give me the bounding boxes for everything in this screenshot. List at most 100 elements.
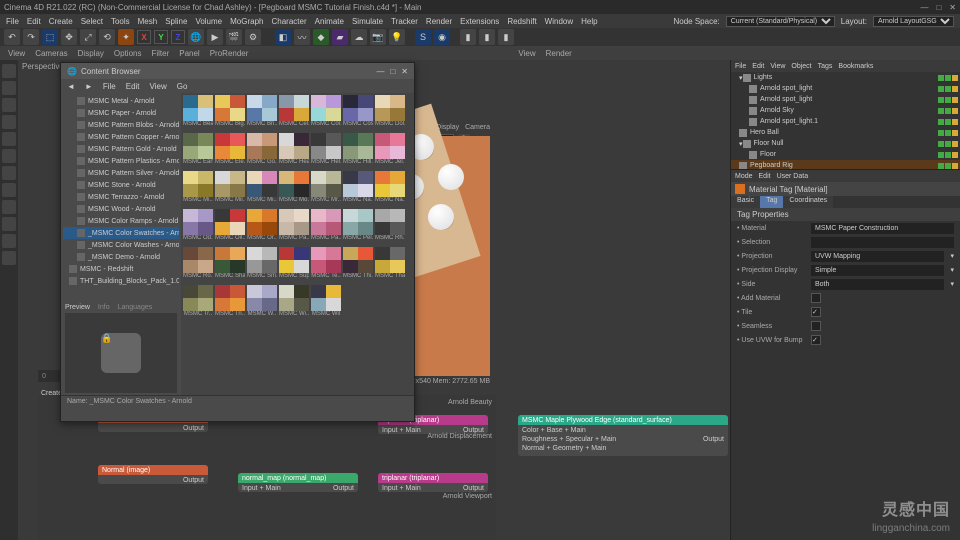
browser-tree-item[interactable]: MSMC Stone - Arnold [63,179,179,191]
browser-grid[interactable]: MSMC Bea..MSMC Big..MSMC Bri..MSMC Cel..… [181,93,414,395]
swatch-item[interactable]: MSMC Bea.. [183,95,213,131]
browser-menu-edit[interactable]: Edit [126,82,140,91]
node-triplanar-2[interactable]: triplanar (triplanar) Input + MainOutput [378,473,488,492]
edge-mode-icon[interactable] [2,132,16,146]
attr-tab-tag[interactable]: Tag [760,196,783,208]
node-out-viewport[interactable]: Arnold Viewport [443,493,492,500]
browser-close-icon[interactable]: ✕ [401,67,408,76]
browser-tree-item[interactable]: MSMC Pattern Gold - Arnold [63,143,179,155]
model-mode-icon[interactable] [2,64,16,78]
browser-maximize-icon[interactable]: □ [390,67,395,76]
obj-menu-file[interactable]: File [735,63,746,70]
axis-widget-icon[interactable] [2,251,16,265]
vp-menu-filter[interactable]: Filter [151,49,169,58]
menu-spline[interactable]: Spline [165,17,187,26]
browser-tree-item[interactable]: MSMC Color Ramps - Arnold [63,215,179,227]
attr-checkbox[interactable] [811,307,821,317]
menu-character[interactable]: Character [271,17,306,26]
obj-menu-view[interactable]: View [770,63,785,70]
swatch-item[interactable]: MSMC Mr.. [311,171,341,207]
browser-tree-item[interactable]: MSMC Pattern Plastics - Arnold [63,155,179,167]
generator-icon[interactable]: ◆ [313,29,329,45]
ipv-toggle-icon[interactable]: S [415,29,431,45]
swatch-item[interactable]: MSMC Col.. [311,95,341,131]
content-browser-window[interactable]: 🌐 Content Browser — □ ✕ ◄ ► File Edit Vi… [60,62,415,422]
move-tool-icon[interactable]: ✥ [61,29,77,45]
spline-icon[interactable]: 〰 [294,29,310,45]
swatch-item[interactable]: MSMC Na.. [343,171,373,207]
swatch-item[interactable]: MSMC Go.. [247,133,277,169]
axis-z-toggle[interactable]: Z [171,30,185,44]
object-row[interactable]: Arnold spot_light.1 [731,116,960,127]
viewport-solo-icon[interactable] [2,183,16,197]
ipv-region-icon[interactable]: ◉ [434,29,450,45]
swatch-item[interactable]: MSMC Mi.. [247,171,277,207]
swatch-item[interactable]: MSMC Wi.. [279,285,309,321]
swatch-item[interactable]: MSMC Wil [311,285,341,321]
workplane-icon[interactable] [2,98,16,112]
swatch-item[interactable]: MSMC Hill.. [343,133,373,169]
object-row[interactable]: Floor [731,149,960,160]
browser-titlebar[interactable]: 🌐 Content Browser — □ ✕ [61,63,414,79]
bar3-icon[interactable]: ▮ [498,29,514,45]
object-row[interactable]: Arnold Sky [731,105,960,116]
browser-tree-item[interactable]: _MSMC Color Swatches - Arnold [63,227,179,239]
browser-tree-item[interactable]: MSMC Pattern Copper - Arnold [63,131,179,143]
snap-icon[interactable] [2,200,16,214]
point-mode-icon[interactable] [2,115,16,129]
browser-preview-tab[interactable]: Preview [65,304,90,311]
swatch-item[interactable]: MSMC Tr.. [183,285,213,321]
browser-tree-item[interactable]: MSMC Metal - Arnold [63,95,179,107]
minimize-icon[interactable]: — [920,3,928,12]
vp-menu-cameras[interactable]: Cameras [35,49,67,58]
layout-select[interactable]: Arnold LayoutGSG [873,16,954,27]
node-normal-image[interactable]: Normal (image) Output [98,465,208,484]
browser-tree-item[interactable]: MSMC Pattern Blobs - Arnold [63,119,179,131]
swatch-item[interactable]: MSMC Sup.. [279,247,309,283]
axis-y-toggle[interactable]: Y [154,30,168,44]
attr-checkbox[interactable] [811,335,821,345]
node-normal-map[interactable]: normal_map (normal_map) Input + MainOutp… [238,473,358,492]
object-row[interactable]: Arnold spot_light [731,94,960,105]
browser-tree-item[interactable]: MSMC Terrazzo - Arnold [63,191,179,203]
swatch-item[interactable]: MSMC Mi.. [183,171,213,207]
menu-create[interactable]: Create [49,17,73,26]
attr-menu-userdata[interactable]: User Data [777,173,809,180]
node-out-disp[interactable]: Arnold Displacement [427,433,492,440]
axis-x-toggle[interactable]: X [137,30,151,44]
swatch-item[interactable]: MSMC Bri.. [247,95,277,131]
render-view-icon[interactable]: ▶ [207,29,223,45]
browser-tree-item[interactable]: MSMC Wood - Arnold [63,203,179,215]
poly-mode-icon[interactable] [2,149,16,163]
object-row[interactable]: ▾ Floor Null [731,138,960,149]
bar1-icon[interactable]: ▮ [460,29,476,45]
swatch-item[interactable]: MSMC Oil.. [215,209,245,245]
render-settings-icon[interactable]: ⚙ [245,29,261,45]
swatch-item[interactable]: MSMC Ele.. [215,133,245,169]
browser-lang-tab[interactable]: Languages [118,304,153,311]
vp-menu-panel[interactable]: Panel [179,49,199,58]
swatch-item[interactable]: MSMC Tri.. [215,285,245,321]
menu-window[interactable]: Window [545,17,573,26]
menu-volume[interactable]: Volume [195,17,222,26]
object-row[interactable]: Arnold spot_light [731,83,960,94]
node-standard-surface[interactable]: MSMC Maple Plywood Edge (standard_surfac… [518,415,728,456]
vp-menu-prorender[interactable]: ProRender [210,49,249,58]
bar2-icon[interactable]: ▮ [479,29,495,45]
redo-icon[interactable]: ↷ [23,29,39,45]
object-row[interactable]: Pegboard Rig [731,160,960,170]
undo-icon[interactable]: ↶ [4,29,20,45]
attr-menu-mode[interactable]: Mode [735,173,753,180]
menu-redshift[interactable]: Redshift [507,17,536,26]
swatch-item[interactable]: MSMC Cos.. [343,95,373,131]
swatch-item[interactable]: MSMC Hel.. [311,133,341,169]
vp-menu-view[interactable]: View [8,49,25,58]
swatch-item[interactable]: MSMC Sm.. [247,247,277,283]
menu-help[interactable]: Help [581,17,597,26]
browser-menu-file[interactable]: File [103,82,116,91]
swatch-item[interactable]: MSMC Mil.. [215,171,245,207]
browser-tree-item[interactable]: MSMC Pattern Silver - Arnold [63,167,179,179]
attr-field[interactable]: MSMC Paper Construction [811,223,954,234]
swatch-item[interactable]: MSMC Na.. [375,171,405,207]
render-pv-icon[interactable]: 🎬 [226,29,242,45]
